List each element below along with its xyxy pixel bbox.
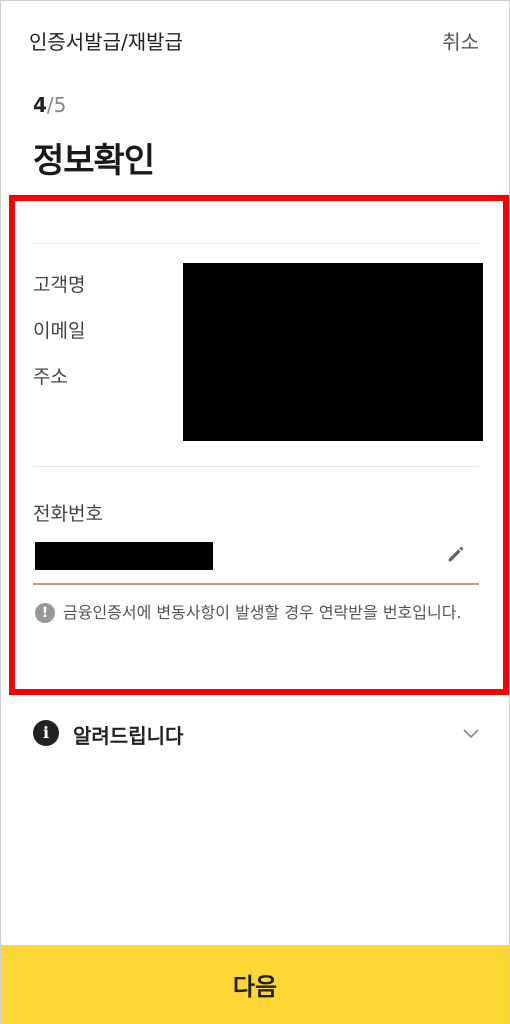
- cancel-button[interactable]: 취소: [442, 26, 479, 55]
- label-customer-name: 고객명: [33, 274, 86, 296]
- redacted-phone-number: [35, 542, 213, 570]
- exclamation-icon: !: [35, 603, 55, 623]
- app-title: 인증서발급/재발급: [29, 30, 183, 54]
- top-bar: 인증서발급/재발급 취소: [1, 1, 509, 79]
- label-email: 이메일: [33, 320, 86, 342]
- pencil-icon[interactable]: [445, 543, 467, 565]
- notice: ! 금융인증서에 변동사항이 발생할 경우 연락받을 번호입니다.: [35, 601, 475, 625]
- chevron-down-icon[interactable]: [461, 723, 481, 743]
- divider-middle: [33, 466, 479, 467]
- phone-field[interactable]: [33, 535, 479, 585]
- phone-label: 전화번호: [33, 503, 103, 525]
- label-address: 주소: [33, 366, 68, 388]
- redacted-customer-info: [183, 263, 483, 441]
- step-separator: /: [46, 93, 54, 117]
- notice-accordion[interactable]: i 알려드립니다: [33, 713, 481, 753]
- divider-top: [33, 243, 479, 244]
- info-icon: i: [33, 720, 59, 746]
- next-button[interactable]: 다음: [1, 945, 509, 1023]
- step-total: 5: [53, 93, 67, 117]
- notice-text: 금융인증서에 변동사항이 발생할 경우 연락받을 번호입니다.: [63, 603, 462, 622]
- step-current: 4: [33, 93, 47, 117]
- step-indicator: 4/5: [33, 93, 66, 117]
- screen: 인증서발급/재발급 취소 4/5 정보확인 고객명 이메일 주소 전화번호 ! …: [0, 0, 510, 1024]
- page-title: 정보확인: [33, 141, 155, 181]
- accordion-label: 알려드립니다: [73, 724, 184, 748]
